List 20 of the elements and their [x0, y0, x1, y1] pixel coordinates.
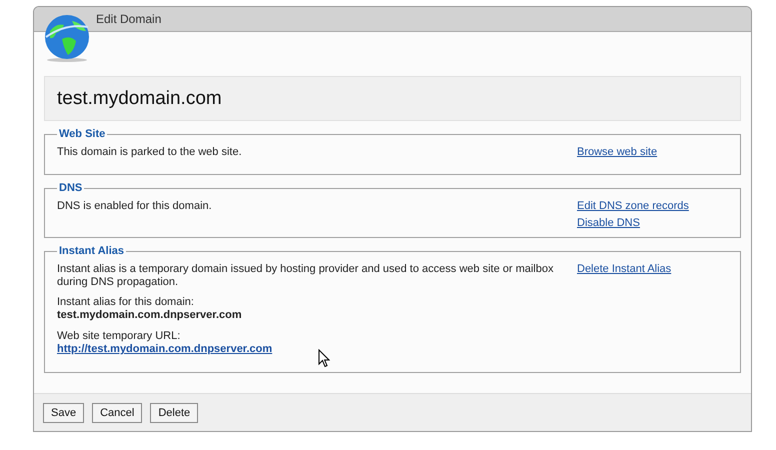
cursor-icon — [318, 349, 330, 368]
action-link[interactable]: Browse web site — [577, 146, 658, 158]
field-label: Web site temporary URL: — [57, 330, 182, 343]
description-text: This domain is parked to the web site. — [57, 146, 243, 159]
action-button[interactable]: Cancel — [92, 402, 142, 422]
description-text: Instant alias is a temporary domain issued by hosting provider and used to access web site or mailbox during DNS propagation. — [57, 263, 554, 289]
action-button[interactable]: Save — [43, 402, 84, 422]
action-button[interactable]: Delete — [150, 402, 198, 422]
action-link[interactable]: Delete Instant Alias — [577, 263, 672, 275]
section-title: DNS — [58, 182, 84, 194]
section-title: Web Site — [58, 128, 106, 140]
section-title: Instant Alias — [58, 245, 125, 257]
field-label: Instant alias for this domain: — [57, 296, 195, 309]
domain-name: test.mydomain.com — [57, 88, 222, 110]
action-link[interactable]: Edit DNS zone records — [577, 200, 689, 212]
window-title: Edit Domain — [96, 12, 162, 26]
alias-value: test.mydomain.com.dnpserver.com — [57, 309, 243, 322]
description-text: DNS is enabled for this domain. — [57, 200, 213, 213]
url-link[interactable]: http://test.mydomain.com.dnpserver.com — [57, 343, 577, 356]
action-link[interactable]: Disable DNS — [577, 217, 689, 229]
